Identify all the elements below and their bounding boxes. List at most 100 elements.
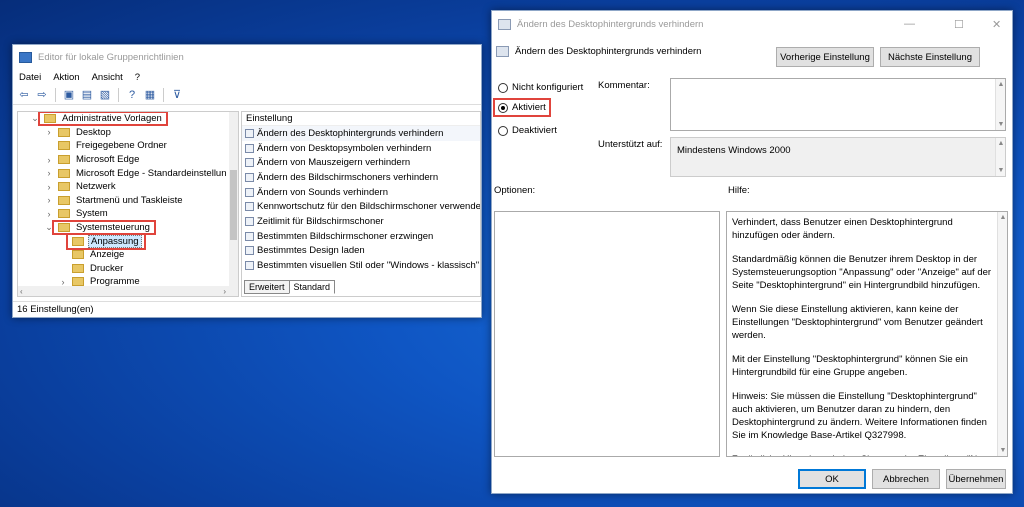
menu-help[interactable]: ? xyxy=(135,72,140,83)
chevron-icon[interactable]: › xyxy=(44,195,54,205)
tree-node[interactable]: Freigegebene Ordner xyxy=(18,139,238,153)
supported-label: Unterstützt auf: xyxy=(598,139,663,150)
back-arrow-icon[interactable]: ⇦ xyxy=(17,88,31,102)
up-folder-icon[interactable]: ▣ xyxy=(62,88,76,102)
scroll-left-icon[interactable]: ‹ xyxy=(20,287,23,296)
tree-node[interactable]: › Microsoft Edge xyxy=(18,153,238,167)
scroll-up-icon[interactable]: ▲ xyxy=(996,140,1006,147)
setting-label: Bestimmten visuellen Stil oder "Windows … xyxy=(257,260,481,272)
chevron-icon[interactable]: › xyxy=(44,127,54,137)
tree-vscrollbar[interactable] xyxy=(229,112,238,288)
radio-circle-checked xyxy=(498,102,508,113)
toolbar-separator xyxy=(163,87,164,102)
setting-row[interactable]: Bestimmten visuellen Stil oder "Windows … xyxy=(242,258,480,273)
apply-button[interactable]: Übernehmen xyxy=(946,469,1006,489)
scroll-down-icon[interactable]: ▼ xyxy=(996,167,1006,174)
chevron-icon[interactable]: ⌄ xyxy=(30,113,40,124)
setting-row[interactable]: Ändern von Sounds verhindern xyxy=(242,185,480,200)
tree-node[interactable]: Anzeige xyxy=(18,248,238,262)
tree-node-label: Netzwerk xyxy=(76,181,116,193)
tree-node[interactable]: ⌄ Systemsteuerung xyxy=(18,220,238,236)
filter-icon[interactable]: ⊽ xyxy=(170,88,184,102)
tab-standard[interactable]: Standard xyxy=(288,280,336,294)
setting-row[interactable]: Ändern des Desktophintergrunds verhinder… xyxy=(242,126,480,141)
options-panel xyxy=(494,211,720,457)
tree-node[interactable]: › System xyxy=(18,207,238,221)
setting-label: Ändern von Desktopsymbolen verhindern xyxy=(257,142,432,154)
tree-node[interactable]: › Microsoft Edge - Standardeinstellun xyxy=(18,166,238,180)
policy-tree[interactable]: ⌄ Administrative Vorlagen › Desktop Freigege… xyxy=(17,111,239,297)
cancel-button[interactable]: Abbrechen xyxy=(872,469,940,489)
policy-icon xyxy=(496,46,509,57)
setting-label: Ändern von Mauszeigern verhindern xyxy=(257,157,411,169)
export-list-icon[interactable]: ▧ xyxy=(98,88,112,102)
chevron-icon[interactable]: › xyxy=(44,209,54,219)
help-panel: Verhindert, dass Benutzer einen Desktoph… xyxy=(726,211,1008,457)
setting-row[interactable]: Ändern des Bildschirmschoners verhindern xyxy=(242,170,480,185)
setting-label: Ändern des Bildschirmschoners verhindern xyxy=(257,171,439,183)
policy-setting-icon xyxy=(245,143,254,153)
minimize-icon[interactable]: — xyxy=(904,18,915,30)
tree-node-content: Startmenü und Taskleiste xyxy=(54,195,187,206)
scroll-up-icon[interactable]: ▲ xyxy=(998,214,1007,221)
help-paragraph: Wenn Sie diese Einstellung aktivieren, k… xyxy=(732,304,983,341)
chevron-icon[interactable]: › xyxy=(44,182,54,192)
chevron-icon[interactable]: ⌄ xyxy=(44,222,54,233)
gpedit-app-icon xyxy=(19,51,32,63)
scroll-thumb[interactable] xyxy=(230,170,237,240)
maximize-icon[interactable]: ☐ xyxy=(954,18,964,31)
setting-row[interactable]: Ändern von Mauszeigern verhindern xyxy=(242,155,480,170)
comment-scrollbar[interactable]: ▲ ▼ xyxy=(995,79,1005,130)
scroll-down-icon[interactable]: ▼ xyxy=(996,121,1006,128)
menu-ansicht[interactable]: Ansicht xyxy=(92,72,123,83)
tree-node[interactable]: › Netzwerk xyxy=(18,180,238,194)
supported-field: Mindestens Windows 2000 ▲ ▼ xyxy=(670,137,1006,177)
folder-icon xyxy=(58,195,70,205)
tree-hscrollbar[interactable]: ‹ › xyxy=(18,286,238,296)
setting-row[interactable]: Kennwortschutz für den Bildschirmschoner… xyxy=(242,199,480,214)
radio-disabled[interactable]: Deaktiviert xyxy=(498,125,557,136)
toolbar-separator xyxy=(118,87,119,102)
scroll-up-icon[interactable]: ▲ xyxy=(996,81,1006,88)
chevron-icon[interactable]: › xyxy=(44,168,54,178)
policy-setting-icon xyxy=(245,158,254,168)
supported-scrollbar[interactable]: ▲ ▼ xyxy=(995,138,1005,176)
chevron-icon[interactable]: › xyxy=(44,155,54,165)
folder-icon xyxy=(44,114,56,124)
tab-erweitert[interactable]: Erweitert xyxy=(244,280,290,294)
setting-row[interactable]: Bestimmten Bildschirmschoner erzwingen xyxy=(242,229,480,244)
policy-setting-icon xyxy=(245,172,254,182)
tree-node[interactable]: Anpassung xyxy=(18,232,238,250)
next-setting-button[interactable]: Nächste Einstellung xyxy=(880,47,980,67)
setting-row[interactable]: Bestimmtes Design laden xyxy=(242,244,480,259)
setting-label: Ändern von Sounds verhindern xyxy=(257,186,388,198)
radio-enabled[interactable]: Aktiviert xyxy=(493,98,551,117)
forward-arrow-icon[interactable]: ⇨ xyxy=(35,88,49,102)
ok-button[interactable]: OK xyxy=(798,469,866,489)
setting-row[interactable]: Zeitlimit für Bildschirmschoner xyxy=(242,214,480,229)
close-icon[interactable]: ✕ xyxy=(992,18,1001,31)
folder-icon xyxy=(58,141,70,151)
tree-node[interactable]: ⌄ Administrative Vorlagen xyxy=(18,112,238,127)
tree-node[interactable]: › Desktop xyxy=(18,126,238,140)
policy-setting-icon xyxy=(245,216,254,226)
scroll-down-icon[interactable]: ▼ xyxy=(998,447,1007,454)
policy-setting-icon xyxy=(245,231,254,241)
highlight-box: Anpassung xyxy=(66,232,146,250)
setting-row[interactable]: Ändern von Desktopsymbolen verhindern xyxy=(242,141,480,156)
options-label: Optionen: xyxy=(494,185,536,196)
help-scrollbar[interactable]: ▲ ▼ xyxy=(997,212,1007,456)
menu-datei[interactable]: Datei xyxy=(19,72,41,83)
show-tree-icon[interactable]: ▤ xyxy=(80,88,94,102)
radio-not-configured[interactable]: Nicht konfiguriert xyxy=(498,82,583,93)
properties-icon[interactable]: ▦ xyxy=(143,88,157,102)
tree-node[interactable]: Drucker xyxy=(18,262,238,276)
tree-node[interactable]: › Startmenü und Taskleiste xyxy=(18,194,238,208)
tree-node-content: Drucker xyxy=(68,263,127,274)
comment-field[interactable]: ▲ ▼ xyxy=(670,78,1006,131)
menu-aktion[interactable]: Aktion xyxy=(53,72,79,83)
list-column-header[interactable]: Einstellung xyxy=(242,112,480,126)
help-icon[interactable]: ? xyxy=(125,88,139,102)
scroll-right-icon[interactable]: › xyxy=(223,287,226,296)
previous-setting-button[interactable]: Vorherige Einstellung xyxy=(776,47,874,67)
